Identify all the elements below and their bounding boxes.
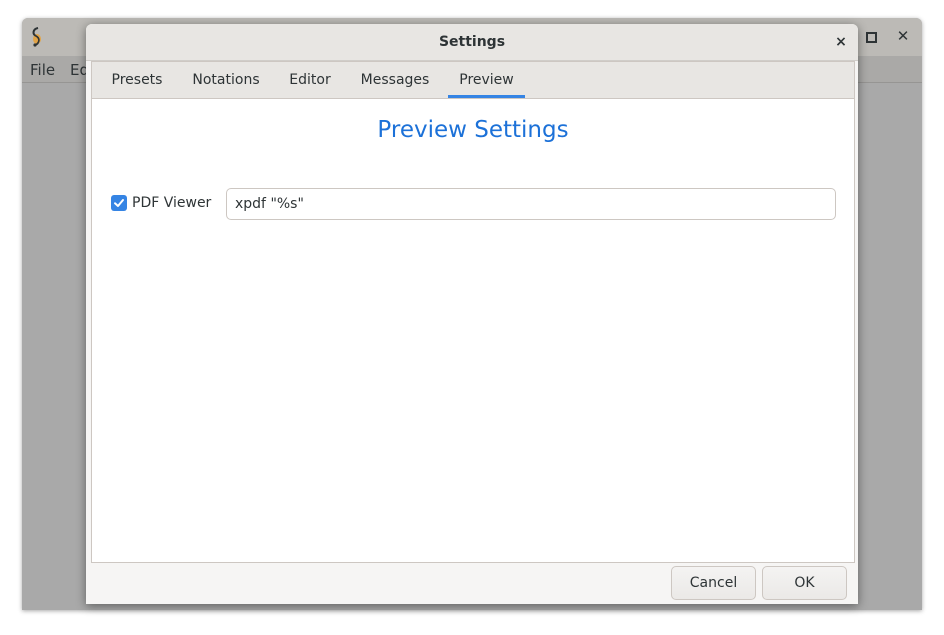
- settings-dialog: Settings × Presets Notations Editor Mess…: [86, 24, 858, 604]
- close-icon[interactable]: ✕: [894, 27, 912, 45]
- tab-editor[interactable]: Editor: [281, 62, 339, 98]
- cancel-button[interactable]: Cancel: [671, 566, 756, 600]
- page-title: Preview Settings: [377, 117, 569, 143]
- menu-file[interactable]: File: [30, 61, 55, 79]
- pdf-viewer-checkbox[interactable]: [111, 195, 127, 211]
- ok-button[interactable]: OK: [762, 566, 847, 600]
- tab-messages[interactable]: Messages: [354, 62, 436, 98]
- settings-notebook: Presets Notations Editor Messages Previe…: [91, 61, 855, 563]
- maximize-icon[interactable]: [862, 28, 880, 46]
- tab-bar: Presets Notations Editor Messages Previe…: [92, 62, 854, 99]
- pdf-viewer-label: PDF Viewer: [132, 195, 212, 211]
- dialog-titlebar: Settings ×: [86, 24, 858, 61]
- tab-notations[interactable]: Notations: [186, 62, 266, 98]
- pdf-viewer-checkbox-row[interactable]: PDF Viewer: [111, 193, 211, 213]
- pdf-viewer-command-input[interactable]: xpdf "%s": [226, 188, 836, 220]
- close-icon[interactable]: ×: [832, 33, 850, 51]
- tab-presets[interactable]: Presets: [103, 62, 171, 98]
- tab-preview[interactable]: Preview: [448, 62, 525, 98]
- dialog-title: Settings: [438, 34, 506, 50]
- app-logo-icon: [32, 27, 41, 47]
- checkmark-icon: [114, 199, 124, 207]
